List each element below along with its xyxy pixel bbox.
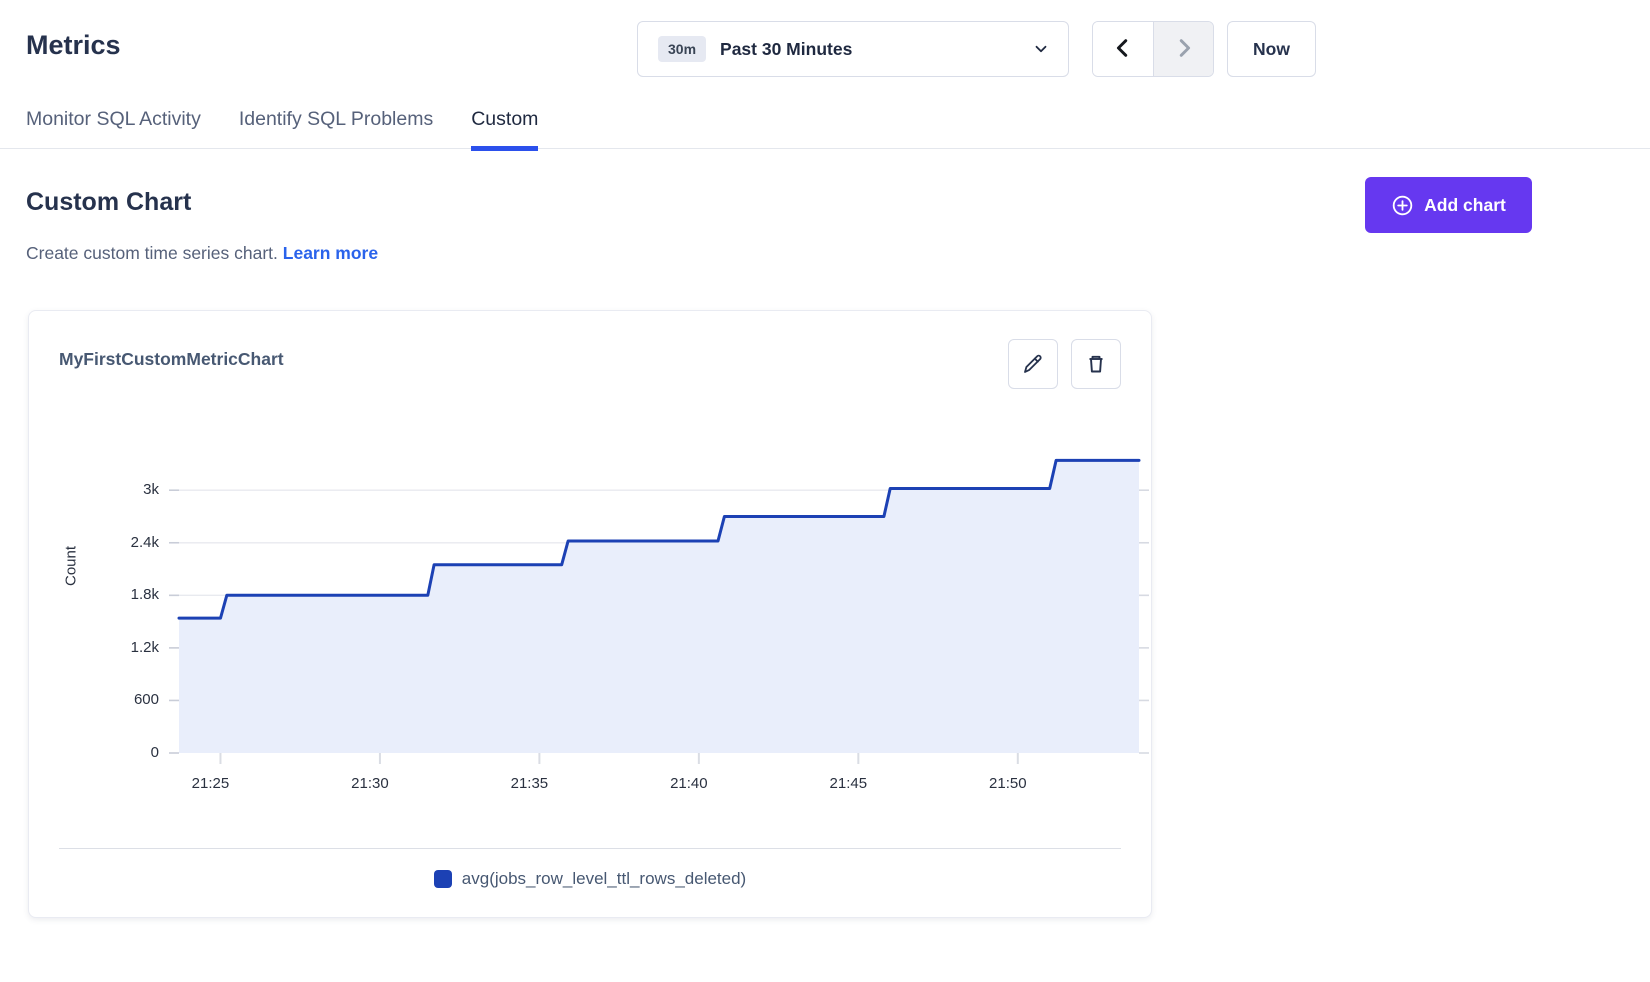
chevron-down-icon: [1032, 40, 1050, 58]
legend-swatch: [434, 870, 452, 888]
x-tick-label: 21:45: [808, 775, 888, 792]
plus-circle-icon: [1391, 194, 1414, 217]
section-description: Create custom time series chart. Learn m…: [26, 243, 378, 264]
legend: avg(jobs_row_level_ttl_rows_deleted): [29, 869, 1151, 889]
chart-title: MyFirstCustomMetricChart: [59, 349, 284, 370]
time-series-plot: [169, 421, 1149, 766]
time-range-selector[interactable]: 30m Past 30 Minutes: [637, 21, 1069, 77]
next-time-button[interactable]: [1153, 22, 1213, 76]
y-axis-title: Count: [63, 546, 80, 586]
tab-custom[interactable]: Custom: [471, 108, 538, 151]
y-tick-label: 0: [29, 744, 159, 762]
x-tick-label: 21:35: [489, 775, 569, 792]
chevron-right-icon: [1173, 37, 1195, 62]
time-range-badge: 30m: [658, 36, 706, 62]
metrics-page: Metrics 30m Past 30 Minutes Now Monitor …: [0, 0, 1650, 982]
y-tick-label: 2.4k: [29, 534, 159, 552]
add-chart-button[interactable]: Add chart: [1365, 177, 1532, 233]
x-tick-label: 21:25: [170, 775, 250, 792]
page-title: Metrics: [26, 30, 121, 61]
learn-more-link[interactable]: Learn more: [283, 243, 378, 263]
y-tick-label: 1.2k: [29, 639, 159, 657]
legend-divider: [59, 848, 1121, 849]
custom-chart-card: MyFirstCustomMetricChart Count 0 600 1.2k 1…: [28, 310, 1152, 918]
chevron-left-icon: [1112, 37, 1134, 62]
x-tick-label: 21:50: [968, 775, 1048, 792]
y-tick-label: 1.8k: [29, 586, 159, 604]
tab-monitor-sql-activity[interactable]: Monitor SQL Activity: [26, 108, 201, 151]
tab-bar: Monitor SQL Activity Identify SQL Proble…: [0, 99, 1650, 149]
trash-icon: [1084, 352, 1108, 376]
now-button[interactable]: Now: [1227, 21, 1316, 77]
tab-identify-sql-problems[interactable]: Identify SQL Problems: [239, 108, 433, 151]
x-tick-label: 21:30: [330, 775, 410, 792]
previous-time-button[interactable]: [1093, 22, 1153, 76]
edit-chart-button[interactable]: [1008, 339, 1058, 389]
y-tick-label: 3k: [29, 481, 159, 499]
x-tick-label: 21:40: [649, 775, 729, 792]
delete-chart-button[interactable]: [1071, 339, 1121, 389]
time-range-label: Past 30 Minutes: [720, 39, 852, 60]
legend-label: avg(jobs_row_level_ttl_rows_deleted): [462, 869, 746, 889]
time-pagination: [1092, 21, 1214, 77]
pencil-icon: [1021, 352, 1045, 376]
section-heading: Custom Chart: [26, 188, 191, 217]
y-tick-label: 600: [29, 691, 159, 709]
